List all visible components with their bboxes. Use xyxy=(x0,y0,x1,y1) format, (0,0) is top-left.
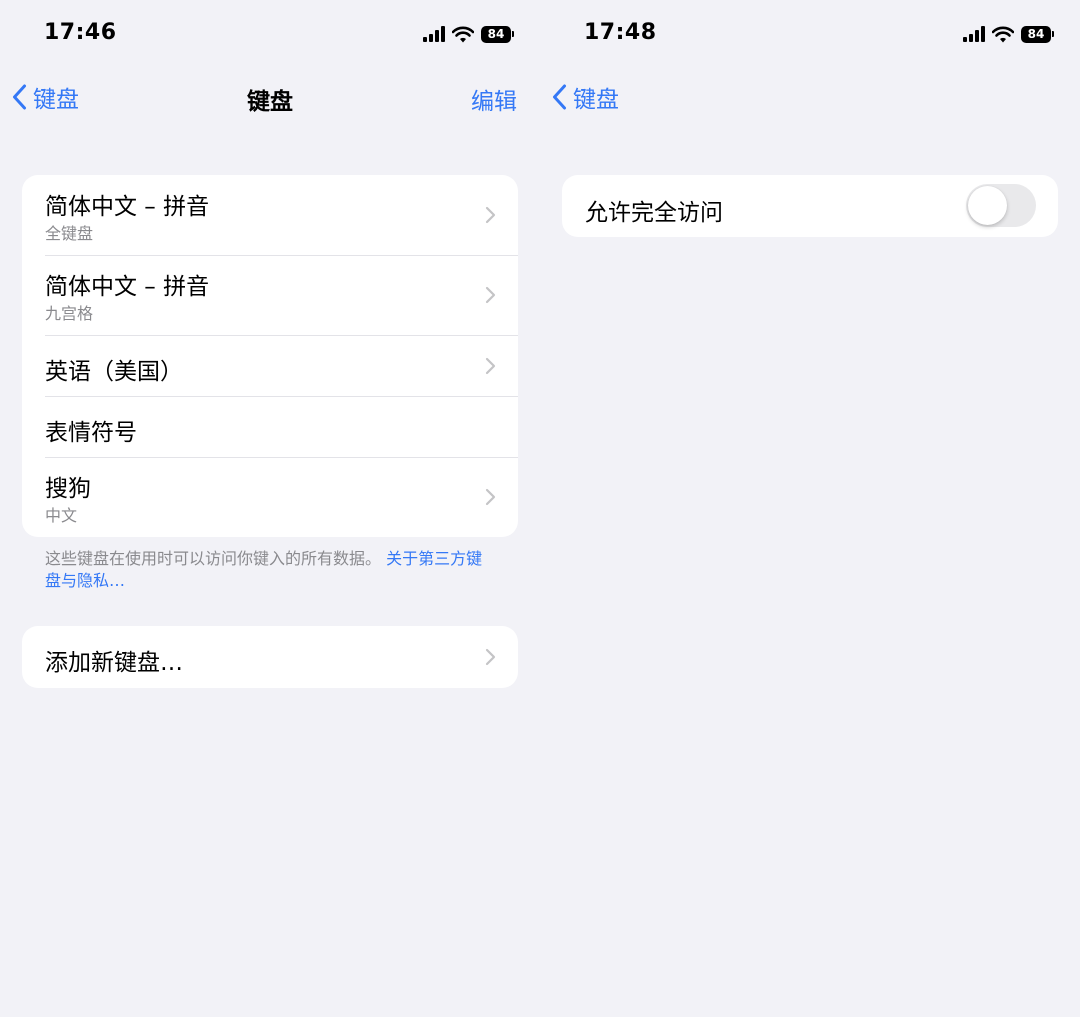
battery-level: 84 xyxy=(481,25,511,43)
chevron-right-icon xyxy=(485,286,496,304)
keyboard-item-pinyin-nine-grid[interactable]: 简体中文 – 拼音 九宫格 xyxy=(22,255,518,335)
keyboard-item-title: 简体中文 – 拼音 xyxy=(45,194,210,220)
back-button-label: 键盘 xyxy=(573,87,619,113)
keyboard-item-sogou[interactable]: 搜狗 中文 xyxy=(22,457,518,537)
full-access-group: 允许完全访问 xyxy=(562,175,1058,237)
chevron-left-icon xyxy=(13,84,26,110)
add-keyboard-label: 添加新键盘… xyxy=(45,650,183,676)
full-access-row: 允许完全访问 xyxy=(562,175,1058,237)
wifi-icon xyxy=(452,26,474,42)
cellular-signal-icon xyxy=(423,26,445,42)
keyboard-item-subtitle: 中文 xyxy=(45,506,78,525)
keyboard-item-subtitle: 全键盘 xyxy=(45,224,94,243)
keyboard-item-title: 搜狗 xyxy=(45,476,91,502)
status-icons: 84 xyxy=(423,23,514,45)
full-access-toggle[interactable] xyxy=(966,184,1036,227)
status-time: 17:48 xyxy=(584,20,657,45)
chevron-right-icon xyxy=(485,488,496,506)
back-button[interactable]: 键盘 xyxy=(552,80,619,114)
battery-icon: 84 xyxy=(1021,25,1054,43)
back-button[interactable]: 键盘 xyxy=(12,80,79,114)
edit-button[interactable]: 编辑 xyxy=(471,82,517,116)
keyboard-detail-screen: 17:48 84 键盘 允许完全访问 xyxy=(540,0,1080,1017)
wifi-icon xyxy=(992,26,1014,42)
add-keyboard-button[interactable]: 添加新键盘… xyxy=(22,626,518,688)
navigation-bar: 键盘 键盘 编辑 xyxy=(0,78,540,116)
back-button-label: 键盘 xyxy=(33,87,79,113)
battery-level: 84 xyxy=(1021,25,1051,43)
keyboard-item-title: 表情符号 xyxy=(45,420,137,446)
privacy-footnote-text: 这些键盘在使用时可以访问你键入的所有数据。 xyxy=(45,549,382,568)
keyboard-item-english-us[interactable]: 英语（美国） xyxy=(22,335,518,396)
keyboard-item-subtitle: 九宫格 xyxy=(45,304,94,323)
keyboard-item-title: 简体中文 – 拼音 xyxy=(45,274,210,300)
page-title: 键盘 xyxy=(247,89,293,115)
navigation-bar: 键盘 xyxy=(540,78,1080,114)
chevron-right-icon xyxy=(485,648,496,666)
keyboard-list: 简体中文 – 拼音 全键盘 简体中文 – 拼音 九宫格 英语（美国） 表情符号 … xyxy=(22,175,518,537)
keyboard-item-pinyin-full[interactable]: 简体中文 – 拼音 全键盘 xyxy=(22,175,518,255)
keyboards-screen: 17:46 84 键盘 键盘 编辑 简体中文 – 拼音 全键盘 简体中文 – 拼… xyxy=(0,0,540,1017)
keyboard-item-title: 英语（美国） xyxy=(45,359,183,385)
chevron-left-icon xyxy=(553,84,566,110)
keyboard-item-emoji[interactable]: 表情符号 xyxy=(22,396,518,457)
add-keyboard-group: 添加新键盘… xyxy=(22,626,518,688)
cellular-signal-icon xyxy=(963,26,985,42)
full-access-label: 允许完全访问 xyxy=(585,200,723,226)
privacy-footnote: 这些键盘在使用时可以访问你键入的所有数据。 关于第三方键盘与隐私… xyxy=(45,548,495,592)
battery-icon: 84 xyxy=(481,25,514,43)
chevron-right-icon xyxy=(485,206,496,224)
chevron-right-icon xyxy=(485,357,496,374)
status-icons: 84 xyxy=(963,23,1054,45)
toggle-knob xyxy=(968,186,1007,225)
status-time: 17:46 xyxy=(44,20,117,45)
